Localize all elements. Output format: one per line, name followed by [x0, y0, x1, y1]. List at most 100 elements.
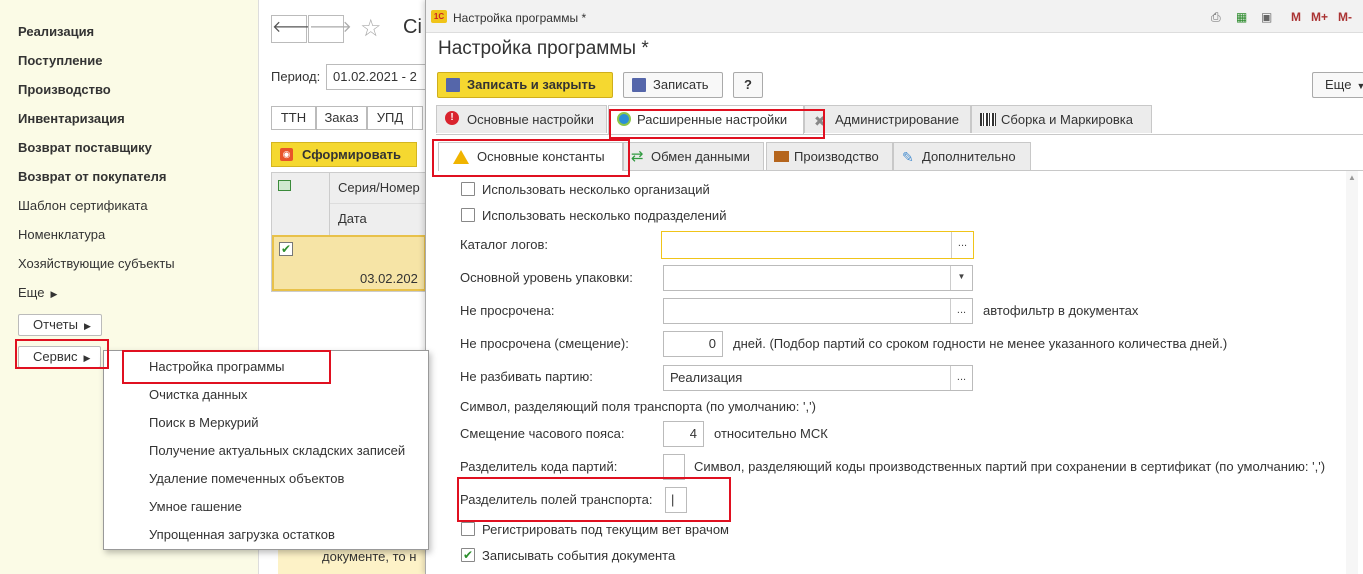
not-expired-label: Не просрочена:	[460, 303, 555, 318]
service-label: Сервис	[33, 349, 78, 364]
save-and-close-button[interactable]: Записать и закрыть	[437, 72, 613, 98]
batch-sep-note: Символ, разделяющий коды производственны…	[694, 459, 1326, 474]
row-checkbox[interactable]: ✔	[279, 242, 293, 256]
checklist-icon[interactable]	[278, 180, 291, 191]
warning-icon	[453, 150, 469, 164]
transport-sep-input[interactable]: |	[665, 487, 687, 513]
sidebar-item-sales[interactable]: Реализация	[18, 24, 94, 39]
multi-dept-checkbox[interactable]	[461, 208, 475, 222]
seg-more-button[interactable]	[413, 106, 423, 130]
subtab-label: Основные константы	[477, 149, 605, 164]
sidebar-item-receipt[interactable]: Поступление	[18, 53, 103, 68]
star-icon[interactable]: ☆	[360, 14, 382, 43]
offset-input[interactable]: 0	[663, 331, 723, 357]
menu-item-search-mercury[interactable]: Поиск в Меркурий	[149, 415, 259, 430]
tz-offset-input[interactable]: 4	[663, 421, 704, 447]
warning-icon: !	[445, 111, 459, 125]
memory-minus-icon[interactable]: М-	[1338, 10, 1352, 24]
sidebar-item-production[interactable]: Производство	[18, 82, 111, 97]
menu-item-get-stock-records[interactable]: Получение актуальных складских записей	[149, 443, 405, 458]
not-expired-note: автофильтр в документах	[983, 303, 1139, 318]
log-catalog-input[interactable]: ...	[661, 231, 974, 259]
period-value: 01.02.2021 - 2	[333, 69, 417, 84]
column-header-date[interactable]: Дата	[330, 204, 426, 235]
memory-plus-icon[interactable]: М+	[1311, 10, 1328, 24]
register-vet-checkbox[interactable]	[461, 522, 475, 536]
menu-item-delete-marked[interactable]: Удаление помеченных объектов	[149, 471, 344, 486]
batch-sep-label: Разделитель кода партий:	[460, 459, 618, 474]
column-header-series[interactable]: Серия/Номер	[330, 173, 426, 204]
reports-label: Отчеты	[33, 317, 78, 332]
menu-item-program-settings[interactable]: Настройка программы	[149, 359, 285, 374]
generate-button[interactable]: ◉ Сформировать	[271, 142, 417, 167]
settings-window: 1С Настройка программы * ⎙ ▦ ▣ М М+ М- Н…	[425, 0, 1363, 574]
service-menu: Настройка программы Очистка данных Поиск…	[103, 350, 429, 550]
app-logo-icon: 1С	[431, 10, 447, 23]
log-events-checkbox[interactable]: ✔	[461, 548, 475, 562]
reports-button[interactable]: Отчеты ▶	[18, 314, 102, 336]
chevron-down-icon: ▼	[1356, 81, 1363, 91]
sidebar-item-nomenclature[interactable]: Номенклатура	[18, 227, 105, 242]
scroll-up-icon[interactable]: ▲	[1348, 173, 1356, 182]
seg-ttn-button[interactable]: ТТН	[271, 106, 316, 130]
page-title: Настройка программы *	[438, 38, 649, 59]
more-label: Еще	[1325, 77, 1352, 92]
more-button[interactable]: Еще ▼	[1312, 72, 1363, 98]
offset-note: дней. (Подбор партий со сроком годности …	[733, 336, 1228, 351]
generate-label: Сформировать	[302, 147, 402, 162]
forward-button[interactable]: 🡒	[308, 15, 352, 43]
transport-sep-label: Разделитель полей транспорта:	[460, 492, 653, 507]
subtab-basic-constants[interactable]: Основные константы	[438, 142, 623, 171]
scrollbar[interactable]: ▲	[1346, 171, 1358, 574]
batch-sep-input[interactable]	[663, 454, 685, 480]
tab-administration[interactable]: ✖ Администрирование	[804, 105, 971, 133]
window-titlebar: 1С Настройка программы * ⎙ ▦ ▣ М М+ М-	[426, 0, 1363, 33]
multi-org-checkbox[interactable]	[461, 182, 475, 196]
seg-upd-button[interactable]: УПД	[367, 106, 413, 130]
not-expired-input[interactable]: ...	[663, 298, 973, 324]
multi-org-label: Использовать несколько организаций	[482, 182, 710, 197]
pack-level-select[interactable]: ▼	[663, 265, 973, 291]
select-button[interactable]: ...	[950, 366, 972, 390]
sidebar-item-more[interactable]: Еще ▶	[18, 285, 57, 300]
tab-basic-settings[interactable]: ! Основные настройки	[436, 105, 607, 133]
back-button[interactable]: 🡐	[271, 15, 315, 43]
tab-label: Сборка и Маркировка	[1001, 112, 1133, 127]
period-input[interactable]: 01.02.2021 - 2	[326, 64, 426, 90]
period-label: Период:	[271, 69, 321, 84]
save-button[interactable]: Записать	[623, 72, 723, 98]
transport-sep-note: Символ, разделяющий поля транспорта (по …	[460, 399, 816, 414]
sidebar-item-entities[interactable]: Хозяйствующие субъекты	[18, 256, 175, 271]
tab-assembly-marking[interactable]: Сборка и Маркировка	[971, 105, 1152, 133]
tab-label: Основные настройки	[467, 112, 594, 127]
sidebar-item-inventory[interactable]: Инвентаризация	[18, 111, 125, 126]
memory-icon[interactable]: М	[1291, 10, 1301, 24]
service-button[interactable]: Сервис ▶	[18, 346, 102, 368]
select-button[interactable]: ...	[950, 299, 972, 323]
tab-extended-settings[interactable]: Расширенные настройки	[608, 105, 804, 134]
pack-level-label: Основной уровень упаковки:	[460, 270, 633, 285]
select-button[interactable]: ...	[951, 232, 973, 258]
sidebar-item-return-customer[interactable]: Возврат от покупателя	[18, 169, 166, 184]
sidebar-item-return-supplier[interactable]: Возврат поставщику	[18, 140, 152, 155]
menu-item-smart-redeem[interactable]: Умное гашение	[149, 499, 242, 514]
subtab-data-exchange[interactable]: ⇄ Обмен данными	[623, 142, 764, 170]
help-button[interactable]: ?	[733, 72, 763, 98]
subtab-production[interactable]: Производство	[766, 142, 893, 170]
no-split-input[interactable]: Реализация...	[663, 365, 973, 391]
calendar-icon[interactable]: ▣	[1261, 10, 1272, 24]
menu-item-clear-data[interactable]: Очистка данных	[149, 387, 247, 402]
calculator-icon[interactable]: ▦	[1236, 10, 1247, 24]
save-icon	[446, 78, 460, 92]
menu-item-simple-load-balances[interactable]: Упрощенная загрузка остатков	[149, 527, 335, 542]
not-expired-offset-label: Не просрочена (смещение):	[460, 336, 629, 351]
save-and-close-label: Записать и закрыть	[467, 77, 596, 92]
seg-order-button[interactable]: Заказ	[316, 106, 367, 130]
table-row[interactable]: ✔ 03.02.202	[272, 235, 426, 291]
list-table: Серия/Номер Дата ✔ 03.02.202	[271, 172, 426, 292]
print-icon[interactable]: ⎙	[1211, 10, 1221, 25]
tab-label: Расширенные настройки	[637, 112, 788, 127]
sidebar-item-certificate-template[interactable]: Шаблон сертификата	[18, 198, 148, 213]
subtab-additional[interactable]: ✎ Дополнительно	[893, 142, 1031, 170]
chevron-down-icon[interactable]: ▼	[950, 266, 972, 290]
